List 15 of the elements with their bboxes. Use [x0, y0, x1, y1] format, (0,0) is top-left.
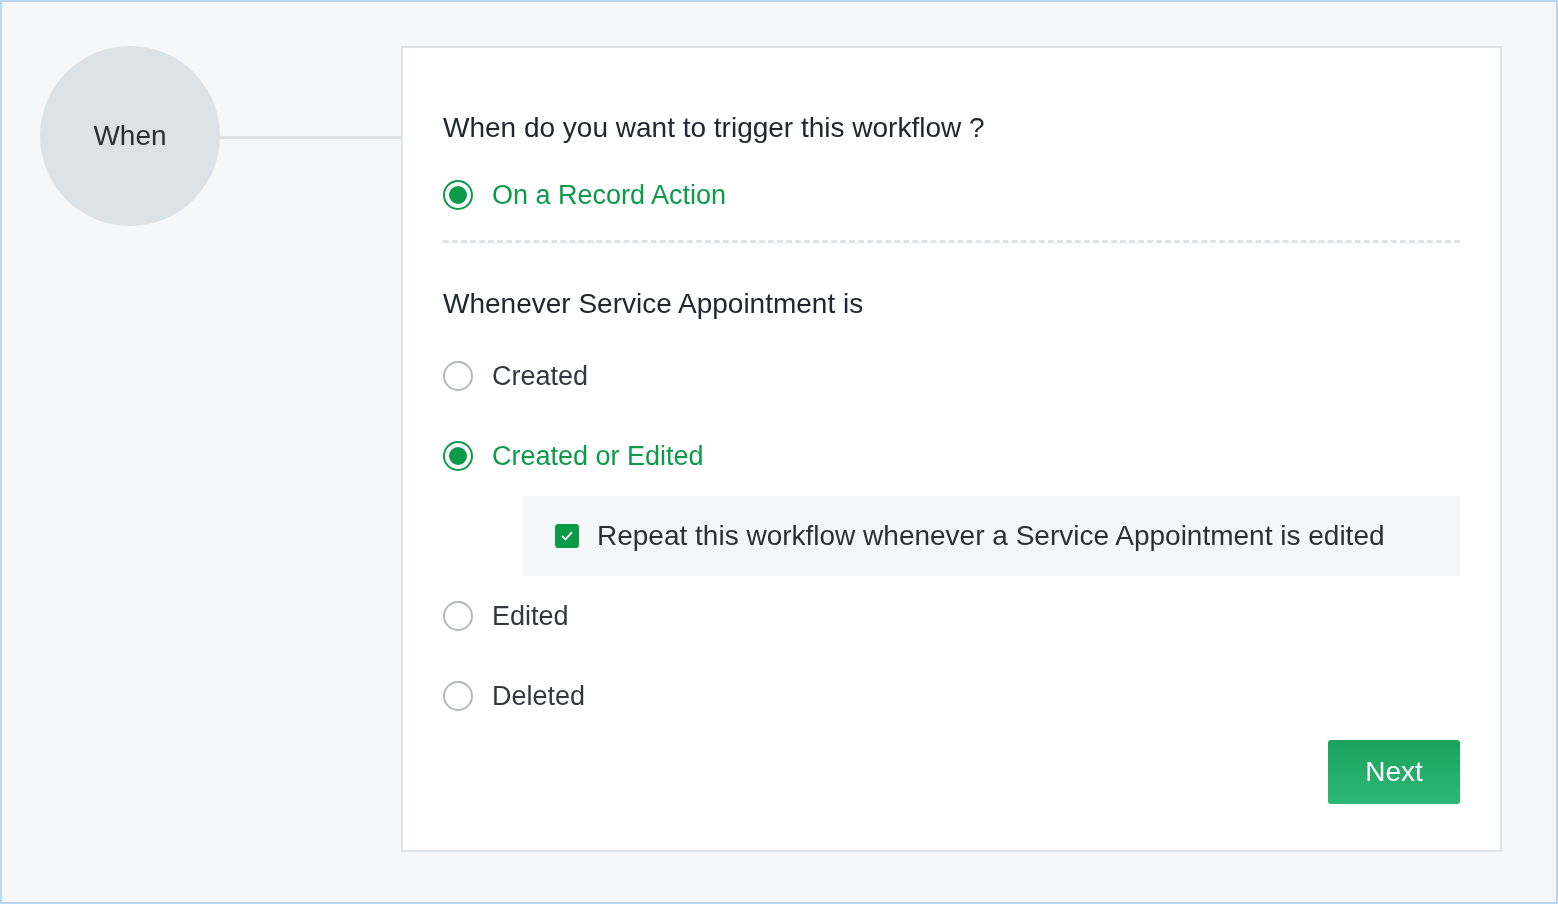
option-label[interactable]: Edited	[492, 600, 569, 632]
option-label[interactable]: Created or Edited	[492, 440, 704, 472]
radio-button[interactable]	[443, 601, 473, 631]
checkbox-label[interactable]: Repeat this workflow whenever a Service Appointment is edited	[597, 520, 1385, 552]
option-label[interactable]: On a Record Action	[492, 179, 727, 211]
radio-button[interactable]	[443, 180, 473, 210]
radio-button[interactable]	[443, 361, 473, 391]
question-text: When do you want to trigger this workflow ?	[443, 111, 986, 145]
radio-button[interactable]	[443, 441, 473, 471]
option-label[interactable]: Created	[492, 360, 589, 392]
section-heading: Whenever Service Appointment is	[443, 287, 865, 321]
radio-button[interactable]	[443, 681, 473, 711]
option-label[interactable]: Deleted	[492, 680, 586, 712]
step-label: When	[93, 120, 167, 152]
checkbox[interactable]	[555, 524, 579, 548]
